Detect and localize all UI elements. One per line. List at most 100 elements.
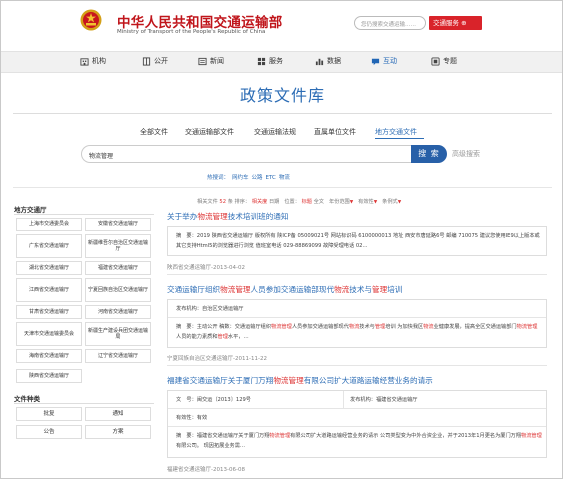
title-highlight: 物流管理: [273, 376, 304, 385]
summary-text: 技术与: [359, 324, 375, 330]
publisher-line: 发布机构：福建省交通运输厅: [350, 395, 417, 405]
publisher-label: 发布机构：: [176, 306, 202, 312]
title-text: 技术培训班的通知: [227, 212, 289, 221]
nav-item-topic[interactable]: 专题: [431, 56, 457, 66]
open-door-icon: [142, 56, 151, 66]
bureau-item[interactable]: 福建省交通运输厅: [85, 261, 151, 275]
summary-text: 福建省交通运输厅关于厦门万翔: [196, 433, 270, 439]
nav-item-service[interactable]: 服务: [257, 56, 283, 66]
bureau-item[interactable]: 广东省交通运输厅: [16, 234, 82, 258]
result-title[interactable]: 福建省交通运输厅关于厦门万翔物流管理有限公司扩大道路运输经营业务的请示: [167, 375, 433, 386]
summary-text: 2019 陕西省交通运输厅 版权所有 陕ICP备 05009021号 网站标识码…: [176, 233, 540, 249]
bureau-item[interactable]: 安徽省交通运输厅: [85, 218, 151, 231]
nav-item-label: 新闻: [210, 57, 224, 65]
bureau-item[interactable]: 江西省交通运输厅: [16, 278, 82, 302]
hot-words: 热搜词： 网约车 公路 ETC 物流: [207, 173, 290, 181]
result-count: 52: [219, 199, 227, 205]
bureau-item[interactable]: 上海市交通委员会: [16, 218, 82, 231]
summary-text: 有限公司。 现因拓展业务需…: [176, 443, 246, 449]
summary-highlight: 管理: [374, 324, 386, 330]
nav-item-data[interactable]: 数据: [315, 56, 341, 66]
nav-item-interact[interactable]: 互动: [371, 56, 397, 66]
title-text: 关于举办: [167, 212, 198, 221]
validity-line: 有效性：有效: [176, 413, 207, 423]
divider: [168, 426, 546, 427]
caret-down-icon: ▼: [397, 200, 402, 205]
result-meta-bar: 相关文件 52 条 排序： 相关度 日期 位置： 标题 全文 年份范围▼ 有效性…: [197, 198, 401, 205]
summary-text: 业健康发展，提高全区交通运输部门: [433, 324, 517, 330]
caret-down-icon: ▼: [373, 200, 378, 205]
hot-word[interactable]: 网约车: [232, 175, 249, 181]
position-title[interactable]: 标题: [302, 199, 312, 205]
doc-type-item[interactable]: 批复: [16, 407, 82, 421]
result-title[interactable]: 交通运输厅组织物流管理人员参加交通运输部现代物流技术与管理培训: [167, 284, 402, 295]
sort-relevance[interactable]: 相关度: [252, 199, 268, 205]
bureau-item[interactable]: 新疆生产建设兵团交通运输局: [85, 322, 151, 346]
nav-item-label: 机构: [92, 57, 106, 65]
meta-prefix: 相关文件: [197, 199, 218, 205]
summary-highlight: 物流管理: [516, 324, 538, 330]
tab-local[interactable]: 地方交通文件: [375, 127, 417, 137]
nav-item-open[interactable]: 公开: [142, 56, 168, 66]
result-source: 福建省交通运输厅-2013-06-08: [167, 467, 245, 473]
result-summary: 摘 要：福建省交通运输厅关于厦门万翔物流管理有限公司扩大道路运输经营业务的请示 …: [176, 431, 542, 451]
bureau-item[interactable]: 宁夏回族自治区交通运输厅: [85, 278, 151, 302]
hot-word[interactable]: ETC: [266, 175, 276, 181]
building-icon: [80, 57, 89, 66]
publisher-label: 发布机构：: [350, 397, 376, 403]
doc-type-item[interactable]: 公告: [16, 425, 82, 439]
result-title[interactable]: 关于举办物流管理技术培训班的通知: [167, 211, 289, 222]
site-name-en: Ministry of Transport of the People's Re…: [117, 29, 266, 35]
title-text: 交通运输厅组织: [167, 285, 221, 294]
summary-text: 水平，…: [227, 334, 249, 340]
search-button[interactable]: 搜 索: [411, 145, 447, 163]
page: 中华人民共和国交通运输部 Ministry of Transport of th…: [0, 0, 563, 479]
divider: [343, 391, 344, 408]
local-bureaus-heading: 地方交通厅: [14, 206, 47, 214]
result-summary: 摘 要：主动公开 稿数：交通运输厅组织物流管理人员参加交通运输部现代物流技术与管…: [176, 322, 542, 342]
position-full[interactable]: 全文: [314, 199, 324, 205]
validity-filter[interactable]: 有效性: [358, 199, 374, 205]
search-input[interactable]: 物流管理: [81, 145, 411, 163]
bureau-item[interactable]: 海南省交通运输厅: [16, 349, 82, 363]
bureau-item[interactable]: 陕西省交通运输厅: [16, 369, 82, 383]
bureau-item[interactable]: 天津市交通运输委员会: [16, 322, 82, 346]
tab-ministry[interactable]: 交通运输部文件: [185, 127, 234, 137]
bureau-item[interactable]: 新疆维吾尔自治区交通运输厅: [85, 234, 151, 258]
advanced-search-link[interactable]: 高级搜索: [452, 149, 480, 159]
nav-item-news[interactable]: 新闻: [198, 56, 224, 66]
result-summary-box: 文 号：闽交运〔2013〕129号 发布机构：福建省交通运输厅 有效性：有效 摘…: [167, 390, 547, 458]
doc-type-item[interactable]: 通知: [85, 407, 151, 421]
summary-highlight: 物流管理: [269, 433, 291, 439]
tab-regulations[interactable]: 交通运输法规: [254, 127, 296, 137]
nav-item-label: 互动: [383, 57, 397, 65]
nav-item-label: 服务: [269, 57, 283, 65]
hot-word[interactable]: 物流: [279, 175, 290, 181]
doc-types-heading: 文件种类: [14, 395, 40, 403]
site-name-cn[interactable]: 中华人民共和国交通运输部: [117, 11, 283, 31]
doc-type-item[interactable]: 方案: [85, 425, 151, 439]
sort-date[interactable]: 日期: [269, 199, 279, 205]
result-source: 宁夏回族自治区交通运输厅-2011-11-22: [167, 356, 267, 362]
nav-item-org[interactable]: 机构: [80, 56, 106, 66]
bureau-item[interactable]: 河南省交通运输厅: [85, 305, 151, 319]
tab-subordinate[interactable]: 直属单位文件: [314, 127, 356, 137]
summary-highlight: 物流: [348, 324, 360, 330]
newspaper-icon: [198, 57, 207, 65]
result-source: 陕西省交通运输厅-2013-04-02: [167, 265, 245, 271]
top-search-input[interactable]: 您仍搜索交通运输……: [354, 16, 426, 30]
divider: [13, 187, 552, 188]
doc-type-filter[interactable]: 条例式: [382, 199, 398, 205]
year-range-filter[interactable]: 年份范围: [329, 199, 350, 205]
traffic-service-button[interactable]: 交通服务 ⊕: [429, 16, 482, 30]
tab-all[interactable]: 全部文件: [140, 127, 168, 137]
bureau-item[interactable]: 甘肃省交通运输厅: [16, 305, 82, 319]
title-text: 技术与: [349, 285, 373, 294]
bureau-item[interactable]: 湖北省交通运输厅: [16, 261, 82, 275]
bureau-item[interactable]: 辽宁省交通运输厅: [85, 349, 151, 363]
title-text: 培训: [387, 285, 403, 294]
summary-label: 摘 要：: [176, 233, 197, 239]
divider: [168, 408, 546, 409]
hot-word[interactable]: 公路: [252, 175, 263, 181]
hot-words-label: 热搜词：: [207, 175, 230, 181]
